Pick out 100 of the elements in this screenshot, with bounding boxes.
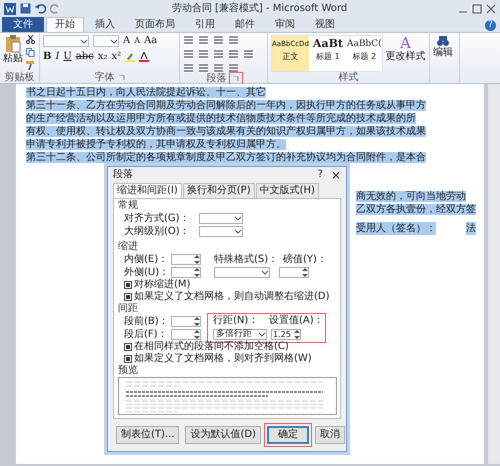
field-label: 段前(B)： xyxy=(124,316,168,328)
ribbon-tab[interactable]: 开始 xyxy=(46,17,84,32)
window-title: 劳动合同 [兼容模式] - Microsoft Word xyxy=(170,2,348,14)
save-icon[interactable] xyxy=(20,3,31,14)
dropdown-field[interactable] xyxy=(214,267,270,278)
section-heading: 预览 xyxy=(118,365,139,377)
bold-button[interactable]: B xyxy=(43,51,52,63)
signature-label: 受用人（签名）： xyxy=(356,222,436,235)
font-size-field[interactable] xyxy=(93,35,119,47)
spinner-arrows-icon[interactable] xyxy=(194,268,200,277)
spinner-arrows-icon[interactable] xyxy=(294,330,300,339)
ribbon-tab[interactable]: 邮件 xyxy=(226,17,264,32)
document-text: 书之日起十五日内，向人民法院提起诉讼。十一、其它 xyxy=(26,87,266,98)
format-painter-icon[interactable] xyxy=(26,61,35,70)
dialog-tab[interactable]: 换行和分页(P) xyxy=(182,183,255,198)
dialog-button[interactable]: 取消 xyxy=(314,426,345,444)
field-label: 特殊格式(S)： xyxy=(214,254,280,266)
word-logo-icon[interactable] xyxy=(4,2,16,14)
shrink-font-button[interactable]: A xyxy=(134,35,140,47)
spin-field[interactable] xyxy=(171,254,201,265)
vertical-scrollbar[interactable] xyxy=(488,84,500,464)
checkbox[interactable] xyxy=(124,281,132,289)
group-label: 样式 xyxy=(338,72,358,83)
undo-icon[interactable] xyxy=(35,3,46,14)
spinner-arrows-icon[interactable] xyxy=(302,268,308,277)
checkbox-label: 如果定义了文档网格，则对齐到网格(W) xyxy=(134,353,312,365)
ribbon-tab[interactable]: 引用 xyxy=(186,17,224,32)
change-case-button[interactable]: Aa xyxy=(144,35,158,47)
change-styles-icon[interactable]: A xyxy=(400,35,412,51)
font-color-icon[interactable] xyxy=(139,52,150,62)
spin-field[interactable] xyxy=(171,329,201,340)
spinner-arrows-icon[interactable] xyxy=(194,317,200,326)
ribbon-tab[interactable]: 审阅 xyxy=(266,17,304,32)
spinner-arrows-icon[interactable] xyxy=(194,255,200,264)
change-styles-button[interactable]: 更改样式 xyxy=(386,51,426,63)
field-label: 对齐方式(G)： xyxy=(124,212,191,224)
align-left-icon[interactable] xyxy=(183,49,194,59)
caret-icon[interactable] xyxy=(258,331,266,338)
dialog-title: 段落 xyxy=(113,169,134,181)
dialog-tab[interactable]: 缩进和间距(I) xyxy=(113,183,182,198)
document-text: 第三十一条、乙方在劳动合同期及劳动合同解除后的一年内，因执行甲方的任务或从事甲方 xyxy=(26,100,426,111)
scissors-icon[interactable] xyxy=(26,35,35,44)
section-heading: 常规 xyxy=(118,200,139,212)
dialog-button[interactable]: 设为默认值(D) xyxy=(185,426,261,444)
dropdown-field[interactable]: 多倍行距 xyxy=(213,329,267,340)
italic-button[interactable]: I xyxy=(55,51,60,63)
justify-icon[interactable] xyxy=(228,49,239,59)
section-heading: 缩进 xyxy=(118,241,139,253)
checkbox[interactable] xyxy=(124,355,132,363)
highlighter-icon[interactable] xyxy=(125,52,136,62)
font-name-field[interactable] xyxy=(43,35,89,47)
spin-field[interactable]: 1.25 xyxy=(271,329,301,340)
document-text: 商无效的，可向当地劳动 xyxy=(356,191,466,202)
document-text: 乙双方各执壹份，经双方签 xyxy=(356,204,476,215)
file-menu-tab[interactable]: 文件 xyxy=(2,17,44,32)
dialog-tab[interactable]: 中文版式(H) xyxy=(256,183,319,198)
editing-button[interactable]: 编辑 xyxy=(433,47,453,59)
close-icon[interactable] xyxy=(486,4,496,14)
paste-button[interactable]: 粘贴 xyxy=(3,53,23,65)
grow-font-button[interactable]: A xyxy=(123,35,130,47)
ribbon-tab[interactable]: 视图 xyxy=(306,17,344,32)
superscript-button[interactable]: x² xyxy=(111,51,122,63)
checkbox[interactable] xyxy=(124,293,132,301)
binoculars-icon[interactable] xyxy=(436,35,450,47)
style-sample[interactable]: AaBt xyxy=(312,36,343,52)
strikethrough-button[interactable]: abc xyxy=(76,51,94,63)
dialog-button[interactable]: 确定 xyxy=(266,426,309,444)
field-label: 大纲级别(O)： xyxy=(124,226,191,238)
caret-icon[interactable] xyxy=(261,269,269,276)
checkbox[interactable] xyxy=(124,343,132,351)
align-right-icon[interactable] xyxy=(213,49,224,59)
spin-field[interactable] xyxy=(279,267,309,278)
dialog-launcher-icon[interactable] xyxy=(118,74,124,80)
help-button[interactable]: ? xyxy=(318,169,323,181)
field-value: 多倍行距 xyxy=(216,329,252,340)
close-button[interactable]: × xyxy=(330,169,341,181)
spin-field[interactable] xyxy=(171,316,201,327)
group-label: 段落 xyxy=(206,73,226,84)
style-name: 标题 2 xyxy=(352,52,376,62)
clipboard-icon[interactable] xyxy=(5,35,21,53)
field-label: 行距(N)： xyxy=(213,315,260,327)
style-name: 标题 1 xyxy=(316,52,340,62)
dialog-button[interactable]: 制表位(T)... xyxy=(116,426,180,444)
copy-icon[interactable] xyxy=(26,48,35,57)
dropdown-field[interactable] xyxy=(199,213,243,224)
center-icon[interactable] xyxy=(198,49,209,59)
ribbon-tab[interactable]: 插入 xyxy=(86,17,124,32)
style-sample[interactable]: AaBbC( xyxy=(346,36,382,52)
document-text: 法 xyxy=(466,222,476,235)
spin-field[interactable] xyxy=(171,267,201,278)
spinner-arrows-icon[interactable] xyxy=(194,330,200,339)
subscript-button[interactable]: x₂ xyxy=(98,51,108,63)
caret-icon[interactable] xyxy=(110,38,118,44)
help-icon[interactable]: ? xyxy=(485,20,496,31)
document-text: 的生产经营活动以及运用甲方所有或提供的技术信物质技术条件等所完成的技术成果的所 xyxy=(26,113,416,124)
ribbon-tab[interactable]: 页面布局 xyxy=(126,17,184,32)
dropdown-field[interactable] xyxy=(199,226,243,237)
underline-button[interactable]: U xyxy=(63,51,72,63)
maximize-icon[interactable] xyxy=(472,4,482,14)
caret-icon[interactable] xyxy=(80,38,88,44)
